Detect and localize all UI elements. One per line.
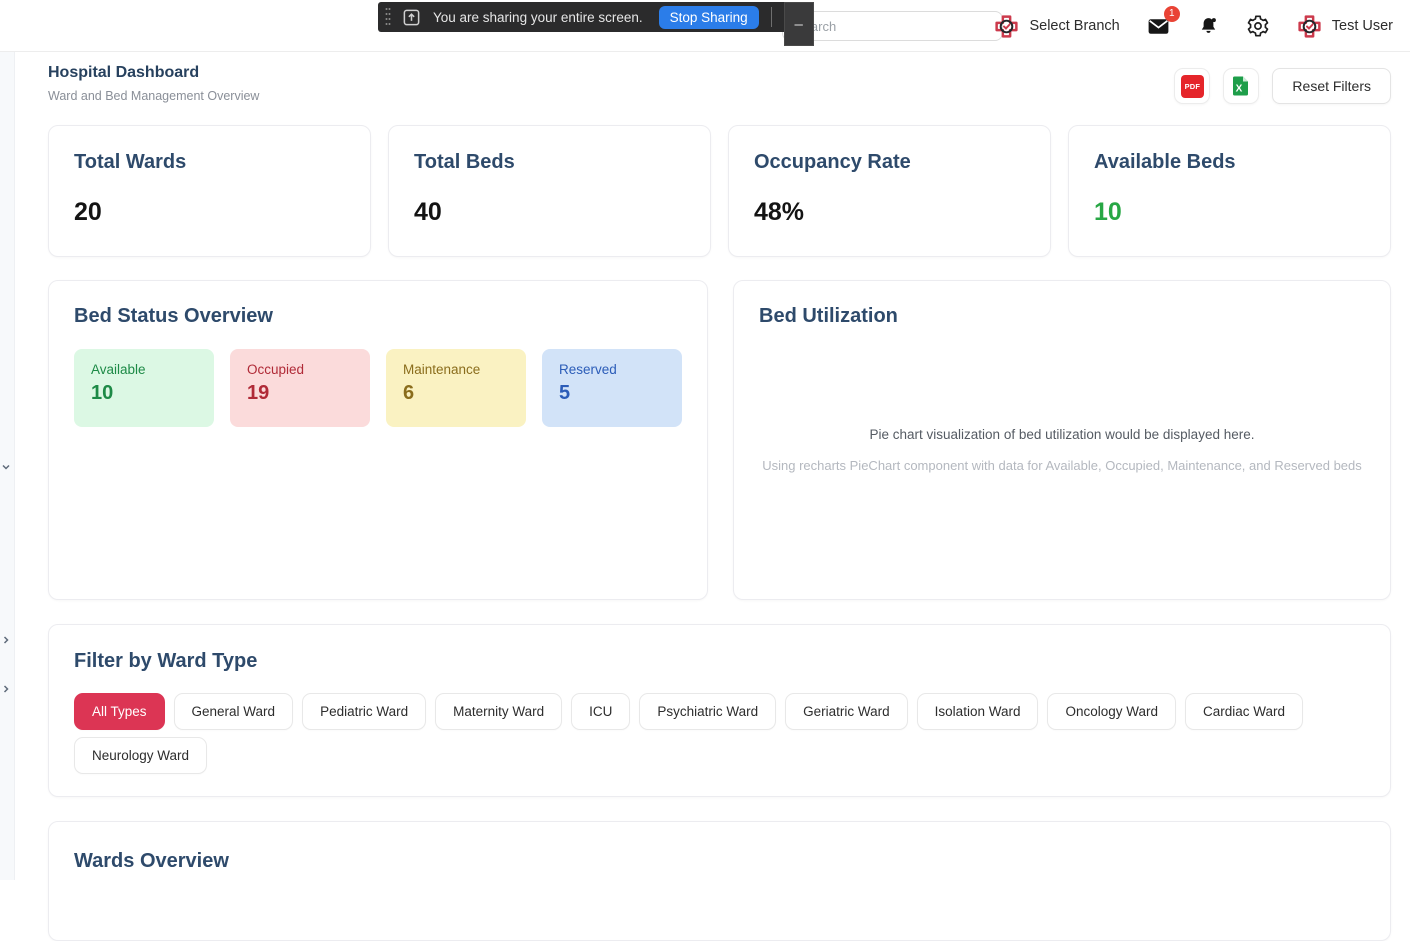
ward-filter-chips: All TypesGeneral WardPediatric WardMater… <box>74 693 1365 774</box>
svg-text:X: X <box>1236 84 1243 95</box>
ward-filter-chip-isolation-ward[interactable]: Isolation Ward <box>917 693 1039 730</box>
stat-card-label: Occupancy Rate <box>754 151 1025 174</box>
reset-filters-button[interactable]: Reset Filters <box>1272 68 1391 104</box>
settings-button[interactable] <box>1246 14 1270 38</box>
ward-filter-chip-neurology-ward[interactable]: Neurology Ward <box>74 737 207 774</box>
bed-status-chip-label: Occupied <box>247 362 353 377</box>
chevron-down-icon[interactable] <box>1 462 11 472</box>
pie-chart-placeholder-note: Using recharts PieChart component with d… <box>762 455 1362 476</box>
bed-status-chip: Occupied 19 <box>230 349 370 427</box>
stat-card: Occupancy Rate 48% <box>728 125 1051 257</box>
share-message: You are sharing your entire screen. <box>433 10 643 25</box>
bed-utilization-title: Bed Utilization <box>759 305 1365 328</box>
bed-status-chip: Available 10 <box>74 349 214 427</box>
bed-status-title: Bed Status Overview <box>74 305 682 328</box>
wards-overview-title: Wards Overview <box>74 850 1365 873</box>
bed-status-overview-card: Bed Status Overview Available 10 Occupied 1… <box>48 280 708 600</box>
ward-filter-chip-cardiac-ward[interactable]: Cardiac Ward <box>1185 693 1303 730</box>
bed-status-chip-value: 19 <box>247 382 353 405</box>
ward-filter-chip-general-ward[interactable]: General Ward <box>174 693 294 730</box>
export-excel-button[interactable]: X <box>1223 68 1259 104</box>
stat-card-value: 10 <box>1094 198 1365 227</box>
drag-handle-icon[interactable] <box>384 6 392 28</box>
gear-icon <box>1246 14 1270 38</box>
bed-status-chip-value: 6 <box>403 382 509 405</box>
screen-share-icon <box>402 8 421 27</box>
collapsed-sidebar[interactable] <box>0 52 15 880</box>
stat-card-value: 40 <box>414 198 685 227</box>
ward-filter-chip-icu[interactable]: ICU <box>571 693 630 730</box>
stat-card-value: 20 <box>74 198 345 227</box>
pdf-icon: PDF <box>1181 75 1204 98</box>
bed-status-chip-label: Available <box>91 362 197 377</box>
hospital-cross-icon <box>993 13 1020 40</box>
stat-card-label: Total Wards <box>74 151 345 174</box>
bell-icon <box>1197 15 1220 38</box>
bed-status-chip-label: Maintenance <box>403 362 509 377</box>
stat-card: Total Wards 20 <box>48 125 371 257</box>
stat-card: Total Beds 40 <box>388 125 711 257</box>
pie-chart-placeholder-text: Pie chart visualization of bed utilizati… <box>870 427 1255 442</box>
page-subtitle: Ward and Bed Management Overview <box>48 89 259 103</box>
export-pdf-button[interactable]: PDF <box>1174 68 1210 104</box>
stat-card-label: Total Beds <box>414 151 685 174</box>
main-content: Hospital Dashboard Ward and Bed Manageme… <box>15 52 1410 880</box>
search-input[interactable] <box>782 11 1003 41</box>
bed-status-chip-label: Reserved <box>559 362 665 377</box>
user-menu[interactable]: Test User <box>1296 13 1393 40</box>
select-branch-button[interactable]: Select Branch <box>993 13 1119 40</box>
bed-status-chip: Maintenance 6 <box>386 349 526 427</box>
ward-filter-chip-pediatric-ward[interactable]: Pediatric Ward <box>302 693 426 730</box>
messages-badge: 1 <box>1164 6 1180 22</box>
stat-cards-row: Total Wards 20 Total Beds 40 Occupancy Rate 4… <box>48 125 1391 257</box>
bed-utilization-card: Bed Utilization Pie chart visualization … <box>733 280 1391 600</box>
user-avatar-cross-icon <box>1296 13 1323 40</box>
screen-share-banner: You are sharing your entire screen. Stop… <box>378 2 814 32</box>
ward-filter-chip-psychiatric-ward[interactable]: Psychiatric Ward <box>639 693 776 730</box>
chevron-right-icon[interactable] <box>1 684 11 694</box>
ward-filter-chip-oncology-ward[interactable]: Oncology Ward <box>1047 693 1176 730</box>
select-branch-label: Select Branch <box>1029 18 1119 34</box>
ward-filter-chip-geriatric-ward[interactable]: Geriatric Ward <box>785 693 908 730</box>
bed-status-chip-value: 5 <box>559 382 665 405</box>
ward-filter-title: Filter by Ward Type <box>74 650 1365 673</box>
ward-type-filter-card: Filter by Ward Type All TypesGeneral War… <box>48 624 1391 797</box>
user-name-label: Test User <box>1332 18 1393 34</box>
chevron-right-icon[interactable] <box>1 635 11 645</box>
bed-status-chips: Available 10 Occupied 19 Maintenance 6 Reserve… <box>74 349 682 427</box>
bed-status-chip: Reserved 5 <box>542 349 682 427</box>
excel-icon: X <box>1230 75 1252 97</box>
notifications-button[interactable] <box>1197 15 1220 38</box>
ward-filter-chip-all-types[interactable]: All Types <box>74 693 165 730</box>
ward-filter-chip-maternity-ward[interactable]: Maternity Ward <box>435 693 562 730</box>
stat-card-label: Available Beds <box>1094 151 1365 174</box>
page-title: Hospital Dashboard <box>48 64 259 82</box>
share-bar-divider <box>771 7 772 27</box>
top-navigation-bar: You are sharing your entire screen. Stop… <box>0 0 1410 52</box>
bed-status-chip-value: 10 <box>91 382 197 405</box>
messages-button[interactable]: 1 <box>1146 14 1171 39</box>
stop-sharing-button[interactable]: Stop Sharing <box>659 6 759 29</box>
stat-card-value: 48% <box>754 198 1025 227</box>
minimize-share-bar-button[interactable]: – <box>784 2 814 46</box>
wards-overview-card: Wards Overview <box>48 821 1391 941</box>
stat-card: Available Beds 10 <box>1068 125 1391 257</box>
